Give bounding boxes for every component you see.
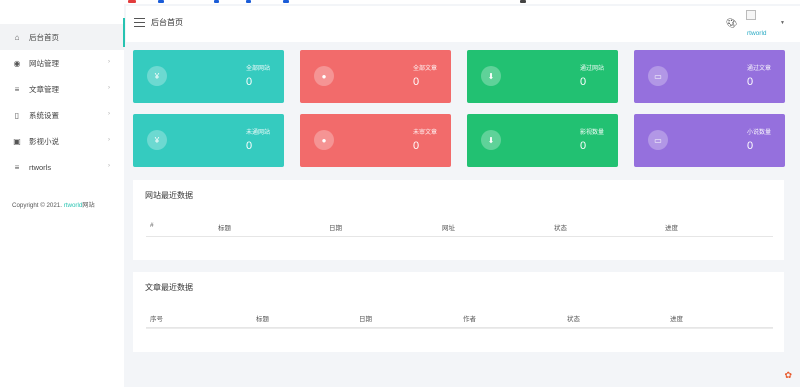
column-header: 作者 <box>463 316 476 323</box>
download-icon: ⬇ <box>481 66 501 86</box>
stat-value: 0 <box>747 76 754 88</box>
table-header: # 标题 日期 网址 状态 进度 <box>146 219 773 237</box>
hamburger-menu-icon[interactable] <box>134 18 145 27</box>
stat-label: 未通网站 <box>245 130 270 136</box>
top-header: 后台首页 🎨︎ rtworld ▼ <box>126 6 800 42</box>
image-icon: ▣ <box>13 136 21 146</box>
message-icon: ▭ <box>648 130 668 150</box>
home-icon: ⌂ <box>14 32 20 42</box>
chevron-right-icon: › <box>108 59 110 65</box>
stat-value: 0 <box>413 140 420 152</box>
copyright: Copyright © 2021. rtworld网站 <box>12 200 95 209</box>
globe-icon: ◉ <box>13 58 21 68</box>
sidebar-item-rtworls[interactable]: ≡ rtworls › <box>0 154 124 180</box>
column-header: 标题 <box>218 225 231 232</box>
yen-icon: ¥ <box>147 130 167 150</box>
stat-value: 0 <box>580 140 587 152</box>
copyright-suffix: 网站 <box>82 202 95 209</box>
palette-icon[interactable]: 🎨︎ <box>726 18 737 29</box>
stat-value: 0 <box>246 140 253 152</box>
stat-value: 0 <box>413 76 420 88</box>
copyright-brand-link[interactable]: rtworld <box>64 202 83 209</box>
sidebar-item-label: 文章管理 <box>29 84 59 94</box>
sidebar-item-article-management[interactable]: ≡ 文章管理 › <box>0 76 124 102</box>
menu-icon: ≡ <box>14 162 20 172</box>
sidebar-item-label: rtworls <box>29 162 52 172</box>
column-header: 进度 <box>670 316 683 323</box>
sidebar-item-site-management[interactable]: ◉ 网站管理 › <box>0 50 124 76</box>
active-indicator <box>123 18 125 47</box>
list-icon: ≡ <box>14 84 20 94</box>
recent-articles-panel: 文章最近数据 序号 标题 日期 作者 状态 进度 <box>133 272 784 352</box>
column-header: 日期 <box>329 225 342 232</box>
column-header: # <box>150 222 154 229</box>
column-header: 状态 <box>567 316 580 323</box>
stat-card-pending-sites[interactable]: ¥ 未通网站 0 <box>133 114 284 167</box>
stat-label: 全部网站 <box>245 66 270 72</box>
user-icon: ● <box>314 130 334 150</box>
stat-value: 0 <box>246 76 253 88</box>
avatar[interactable] <box>746 10 756 20</box>
stat-card-novel-count[interactable]: ▭ 小说数量 0 <box>634 114 785 167</box>
column-header: 序号 <box>150 316 163 323</box>
stat-label: 通过文章 <box>746 66 771 72</box>
username[interactable]: rtworld <box>747 30 767 37</box>
sidebar-item-system-settings[interactable]: ▯ 系统设置 › <box>0 102 124 128</box>
sidebar: ⌂ 后台首页 ◉ 网站管理 › ≡ 文章管理 › ▯ 系统设置 › ▣ 影视小说… <box>0 0 124 387</box>
copyright-prefix: Copyright © 2021. <box>12 202 62 209</box>
stat-card-all-sites[interactable]: ¥ 全部网站 0 <box>133 50 284 103</box>
sidebar-item-film-novels[interactable]: ▣ 影视小说 › <box>0 128 124 154</box>
column-header: 标题 <box>256 316 269 323</box>
stat-value: 0 <box>747 140 754 152</box>
table-row-divider <box>146 328 773 329</box>
sidebar-item-label: 系统设置 <box>29 110 59 120</box>
column-header: 网址 <box>442 225 455 232</box>
chevron-right-icon: › <box>108 111 110 117</box>
chevron-right-icon: › <box>108 137 110 143</box>
message-icon: ▭ <box>648 66 668 86</box>
stat-card-approved-articles[interactable]: ▭ 通过文章 0 <box>634 50 785 103</box>
settings-icon[interactable]: ✿ <box>784 370 792 381</box>
sidebar-nav: ⌂ 后台首页 ◉ 网站管理 › ≡ 文章管理 › ▯ 系统设置 › ▣ 影视小说… <box>0 24 124 180</box>
stat-value: 0 <box>580 76 587 88</box>
download-icon: ⬇ <box>481 130 501 150</box>
chevron-right-icon: › <box>108 85 110 91</box>
stat-label: 未审文章 <box>412 130 437 136</box>
page-title: 后台首页 <box>151 18 183 27</box>
stat-label: 通过网站 <box>579 66 604 72</box>
stat-card-approved-sites[interactable]: ⬇ 通过网站 0 <box>467 50 618 103</box>
yen-icon: ¥ <box>147 66 167 86</box>
chevron-down-icon[interactable]: ▼ <box>780 20 785 26</box>
stat-card-all-articles[interactable]: ● 全部文章 0 <box>300 50 451 103</box>
sidebar-item-label: 后台首页 <box>29 32 59 42</box>
document-icon: ▯ <box>14 110 20 120</box>
sidebar-item-label: 网站管理 <box>29 58 59 68</box>
column-header: 日期 <box>359 316 372 323</box>
stat-label: 全部文章 <box>412 66 437 72</box>
recent-sites-panel: 网站最近数据 # 标题 日期 网址 状态 进度 <box>133 180 784 260</box>
panel-title: 文章最近数据 <box>145 283 193 292</box>
user-icon: ● <box>314 66 334 86</box>
column-header: 状态 <box>554 225 567 232</box>
panel-title: 网站最近数据 <box>145 191 193 200</box>
table-header: 序号 标题 日期 作者 状态 进度 <box>146 310 773 328</box>
chevron-right-icon: › <box>108 163 110 169</box>
stat-card-film-count[interactable]: ⬇ 影视数量 0 <box>467 114 618 167</box>
stat-label: 小说数量 <box>746 130 771 136</box>
stat-card-pending-articles[interactable]: ● 未审文章 0 <box>300 114 451 167</box>
column-header: 进度 <box>665 225 678 232</box>
sidebar-item-home[interactable]: ⌂ 后台首页 <box>0 24 124 50</box>
stat-label: 影视数量 <box>579 130 604 136</box>
sidebar-item-label: 影视小说 <box>29 136 59 146</box>
